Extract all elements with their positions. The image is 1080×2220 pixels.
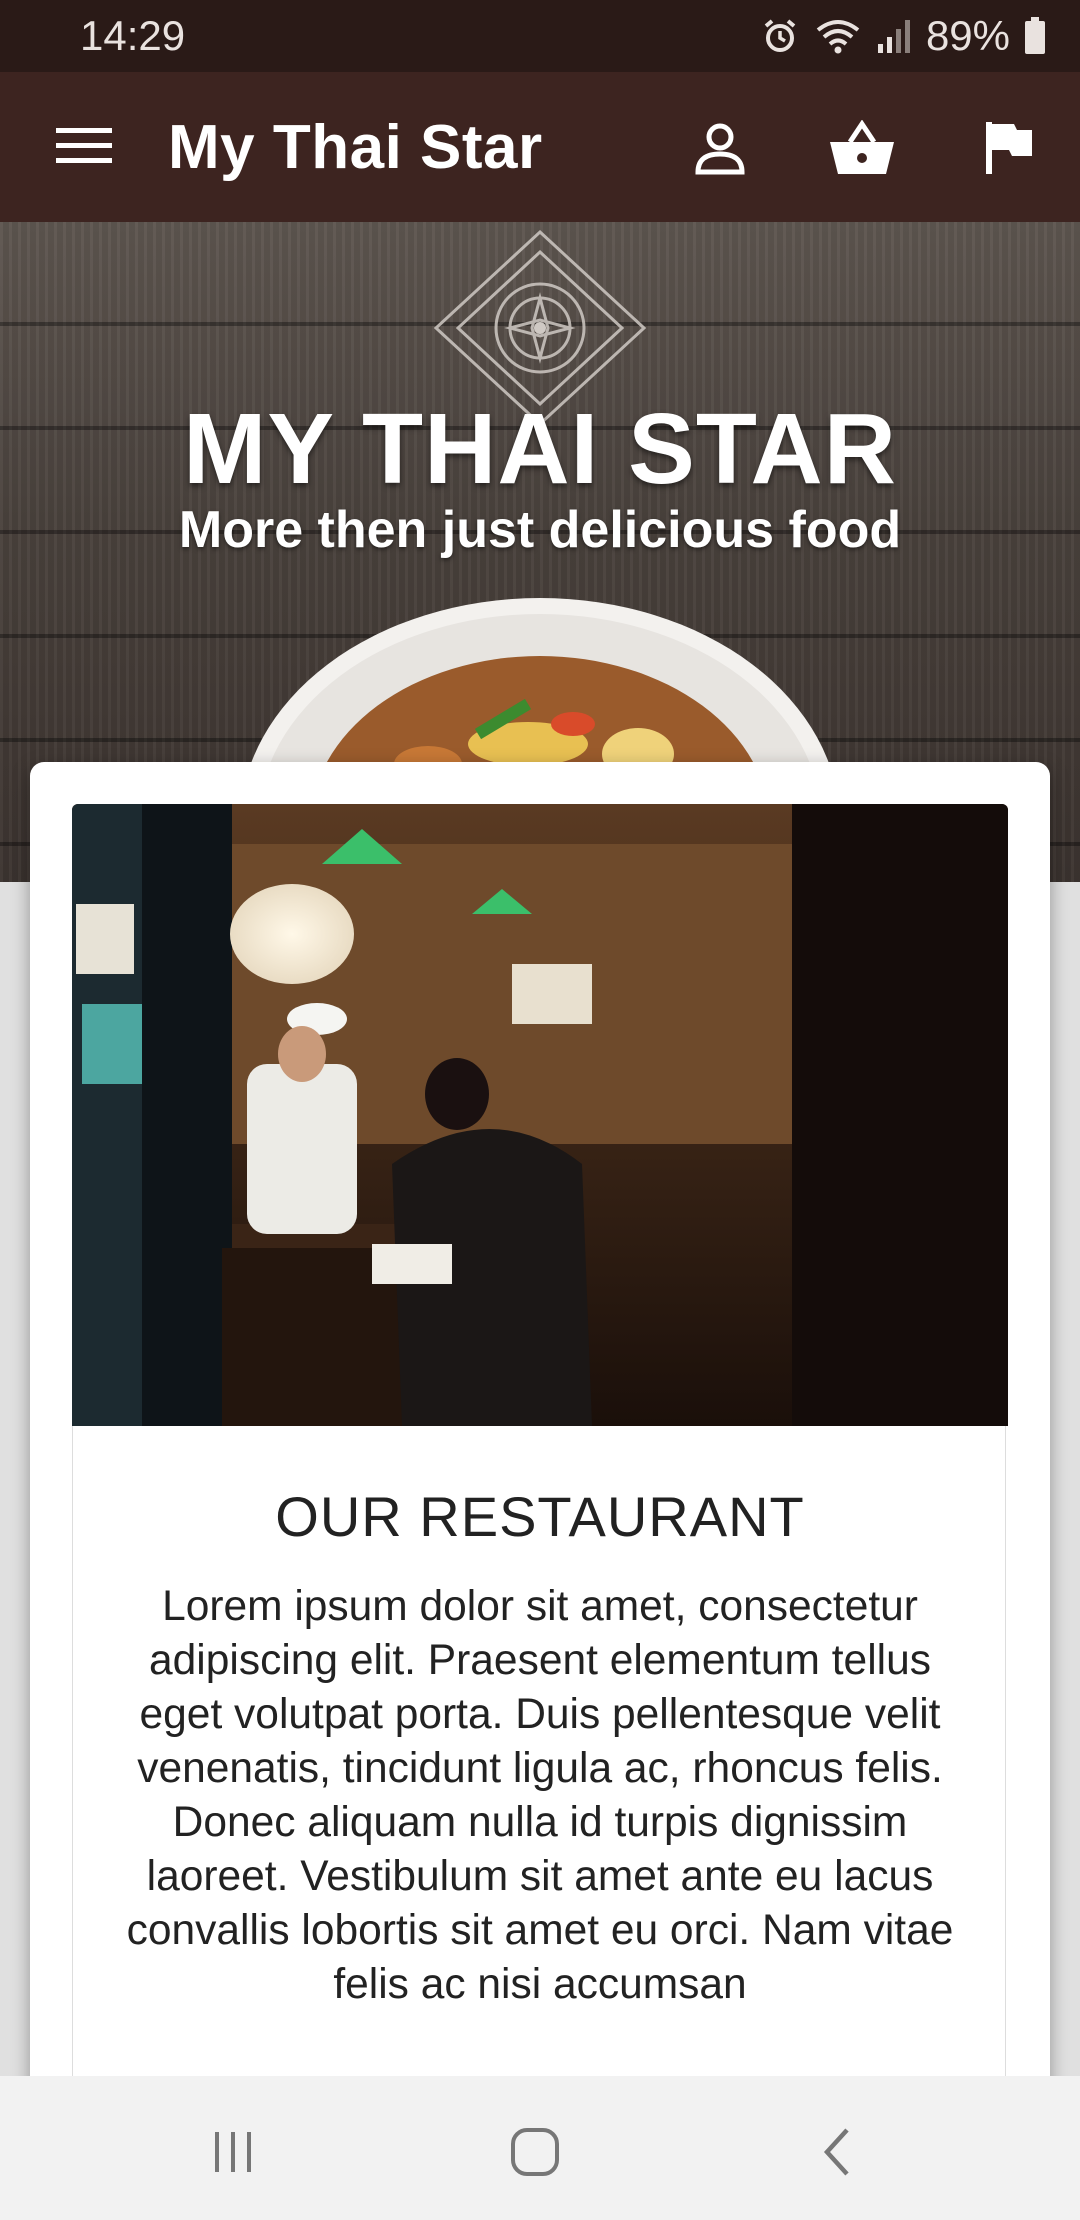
restaurant-photo (72, 804, 1008, 1426)
wifi-icon (814, 16, 862, 56)
basket-icon (830, 120, 894, 174)
recent-apps-icon (215, 2132, 251, 2172)
status-time: 14:29 (80, 12, 186, 59)
account-button[interactable] (684, 112, 756, 184)
basket-button[interactable] (826, 112, 898, 184)
restaurant-card: OUR RESTAURANT Lorem ipsum dolor sit ame… (30, 762, 1050, 2102)
recent-apps-button[interactable] (193, 2112, 273, 2192)
hero-subtitle: More then just delicious food (178, 501, 902, 559)
section-body: Lorem ipsum dolor sit amet, consectetur … (126, 1583, 954, 2008)
section-title: OUR RESTAURANT (275, 1485, 805, 1548)
battery-percent: 89% (925, 12, 1010, 59)
home-button[interactable] (495, 2112, 575, 2192)
battery-icon (1024, 17, 1046, 55)
app-bar: My Thai Star (0, 72, 1080, 222)
menu-button[interactable] (52, 114, 116, 178)
menu-icon (56, 128, 112, 163)
signal-icon (876, 16, 912, 56)
flag-icon (986, 122, 1032, 174)
app-title: My Thai Star (168, 113, 543, 182)
back-icon (823, 2128, 849, 2176)
system-nav-bar (0, 2076, 1080, 2220)
alarm-icon (760, 16, 800, 56)
home-icon (511, 2128, 559, 2176)
hero-title: MY THAI STAR (183, 393, 897, 505)
language-button[interactable] (974, 112, 1046, 184)
back-button[interactable] (797, 2112, 877, 2192)
account-icon (695, 123, 745, 175)
status-bar: 14:29 89% (0, 0, 1080, 72)
status-icons: 89% (760, 12, 1046, 60)
